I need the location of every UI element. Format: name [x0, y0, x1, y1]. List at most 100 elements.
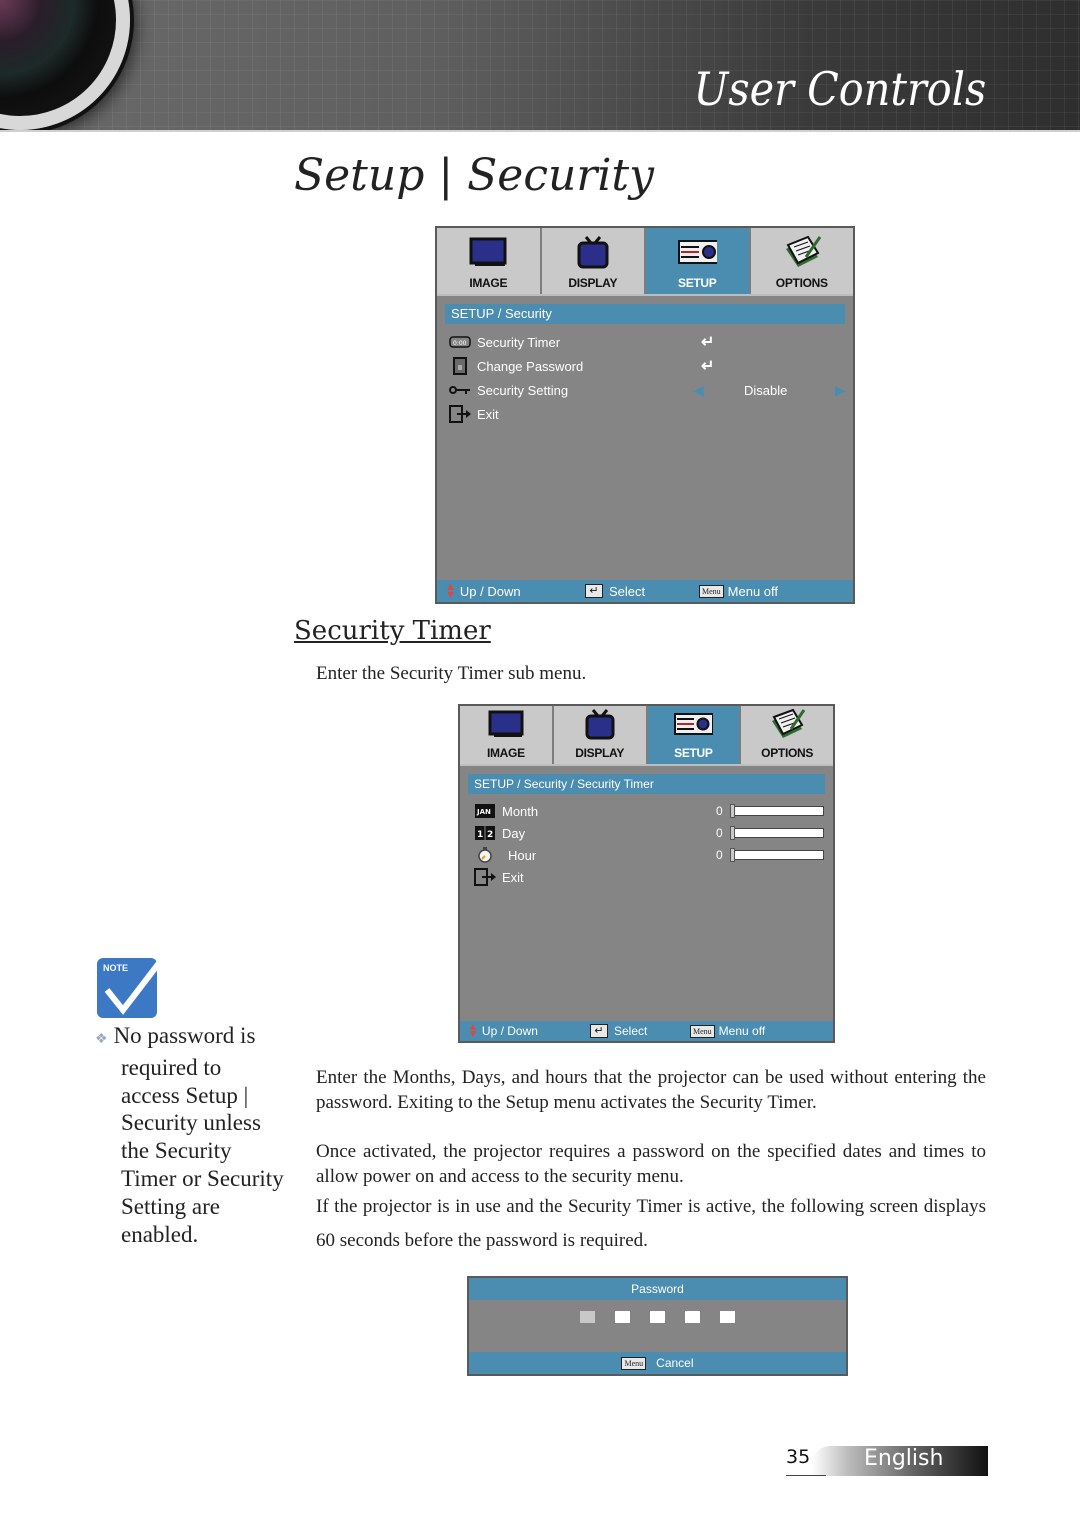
password-icon [449, 357, 471, 375]
footer-select: ↵ Select [590, 1024, 690, 1038]
enter-icon: ↵ [701, 358, 715, 375]
svg-text:JAN: JAN [476, 808, 491, 816]
slider-knob[interactable] [730, 826, 735, 840]
tab-setup[interactable]: SETUP [646, 228, 751, 294]
menu-item-exit[interactable]: Exit [474, 866, 823, 888]
password-digit-boxes [469, 1311, 846, 1323]
exit-icon [474, 868, 496, 886]
monitor-icon [468, 236, 508, 268]
header-banner: User Controls [0, 0, 1080, 130]
footer-updown: ▲ ▼ Up / Down [468, 1022, 538, 1040]
section-title: Security Timer [294, 616, 491, 646]
day-slider[interactable] [730, 826, 824, 840]
menu-item-label: Security Timer [477, 334, 561, 350]
tab-display[interactable]: DISPLAY [553, 706, 648, 764]
paragraph-timer-description: Enter the Months, Days, and hours that t… [316, 1067, 986, 1113]
month-value: 0 [716, 804, 723, 818]
tab-label: OPTIONS [775, 276, 828, 290]
arrow-left-icon[interactable]: ◀ [693, 382, 704, 399]
note-icon: NOTE [97, 948, 172, 1018]
svg-text:2: 2 [487, 830, 493, 840]
menu-key-icon: Menu [699, 584, 724, 598]
password-digit-box[interactable] [685, 1311, 700, 1323]
osd-breadcrumb: SETUP / Security / Security Timer [468, 774, 825, 794]
menu-item-exit[interactable]: Exit [449, 402, 843, 426]
osd-security-menu: IMAGE DISPLAY SETUP OPTIONS SETUP / Secu… [435, 226, 855, 604]
svg-text:1: 1 [477, 830, 483, 840]
menu-item-label: Hour [508, 847, 537, 863]
tab-image[interactable]: IMAGE [460, 706, 554, 764]
tab-label: DISPLAY [568, 276, 618, 290]
security-setting-value: Disable [744, 382, 788, 398]
arrow-right-icon[interactable]: ▶ [835, 382, 846, 399]
note-text: ❖ No password is required to access Setup… [95, 1023, 284, 1247]
language-label: English [864, 1446, 944, 1471]
password-dialog: Password Menu Cancel [467, 1276, 848, 1376]
svg-text:0:00: 0:00 [453, 340, 467, 347]
osd-items: JAN Month 0 12 Day 0 Hour 0 Exit [460, 794, 833, 888]
password-digit-box[interactable] [650, 1311, 665, 1323]
paragraph-warning: If the projector is in use and the Secur… [316, 1196, 986, 1251]
osd-tabs: IMAGE DISPLAY SETUP OPTIONS [460, 706, 833, 766]
tab-label: SETUP [674, 746, 713, 760]
osd-breadcrumb: SETUP / Security [445, 304, 845, 324]
password-dialog-footer: Menu Cancel [469, 1352, 846, 1374]
menu-item-label: Month [502, 803, 539, 819]
projector-icon [677, 236, 718, 268]
day-12-icon: 12 [474, 824, 496, 842]
page-number-underline [786, 1475, 826, 1476]
calendar-jan-icon: JAN [474, 802, 496, 820]
osd-tabs: IMAGE DISPLAY SETUP OPTIONS [437, 228, 853, 296]
page-number: 35 [786, 1446, 811, 1468]
menu-item-label: Exit [477, 406, 499, 422]
enter-icon: ↵ [701, 334, 715, 351]
slider-knob[interactable] [730, 848, 735, 862]
enter-key-icon: ↵ [590, 1024, 608, 1038]
month-slider[interactable] [730, 804, 824, 818]
footer-menu-off: Menu Menu off [690, 1024, 765, 1038]
tab-label: DISPLAY [575, 746, 625, 760]
menu-item-hour[interactable]: Hour 0 [474, 844, 824, 866]
monitor-icon [486, 708, 526, 740]
day-value: 0 [716, 826, 723, 840]
password-dialog-title: Password [469, 1278, 846, 1300]
tab-options[interactable]: OPTIONS [750, 228, 853, 294]
password-digit-box[interactable] [720, 1311, 735, 1323]
menu-item-security-setting[interactable]: Security Setting ◀ Disable ▶ [449, 378, 846, 402]
page-title: Setup | Security [294, 150, 654, 201]
footer-select: ↵ Select [585, 584, 699, 599]
projector-icon [673, 708, 714, 740]
notepad-icon [767, 708, 807, 740]
clock-icon [474, 846, 496, 864]
osd-items: 0:00 Security Timer ↵ Change Password ↵ … [437, 324, 853, 426]
section-intro: Enter the Security Timer sub menu. [316, 663, 587, 684]
menu-item-security-timer[interactable]: 0:00 Security Timer ↵ [449, 330, 843, 354]
tab-options[interactable]: OPTIONS [741, 706, 833, 764]
updown-arrows-icon: ▲ ▼ [445, 581, 456, 601]
menu-item-label: Security Setting [477, 382, 569, 398]
updown-arrows-icon: ▲ ▼ [468, 1022, 478, 1040]
banner-divider [0, 130, 1080, 132]
menu-key-icon: Menu [621, 1356, 647, 1370]
tab-image[interactable]: IMAGE [437, 228, 542, 294]
tab-label: OPTIONS [761, 746, 814, 760]
hour-slider[interactable] [730, 848, 824, 862]
language-tab: English [812, 1446, 988, 1476]
slider-knob[interactable] [730, 804, 735, 818]
enter-key-icon: ↵ [585, 584, 603, 598]
password-digit-box[interactable] [615, 1311, 630, 1323]
menu-item-change-password[interactable]: Change Password ↵ [449, 354, 843, 378]
tab-label: IMAGE [469, 276, 508, 290]
osd-security-timer-menu: IMAGE DISPLAY SETUP OPTIONS SETUP / Secu… [458, 704, 835, 1043]
tv-icon [573, 236, 613, 269]
menu-item-day[interactable]: 12 Day 0 [474, 822, 824, 844]
tab-label: SETUP [677, 276, 717, 290]
menu-item-month[interactable]: JAN Month 0 [474, 800, 824, 822]
notepad-icon [782, 235, 822, 268]
password-digit-box[interactable] [580, 1311, 595, 1323]
tab-display[interactable]: DISPLAY [541, 228, 646, 294]
menu-item-label: Exit [502, 869, 524, 885]
cancel-button[interactable]: Cancel [656, 1356, 693, 1370]
tab-setup[interactable]: SETUP [647, 706, 742, 764]
menu-item-label: Day [502, 825, 526, 841]
